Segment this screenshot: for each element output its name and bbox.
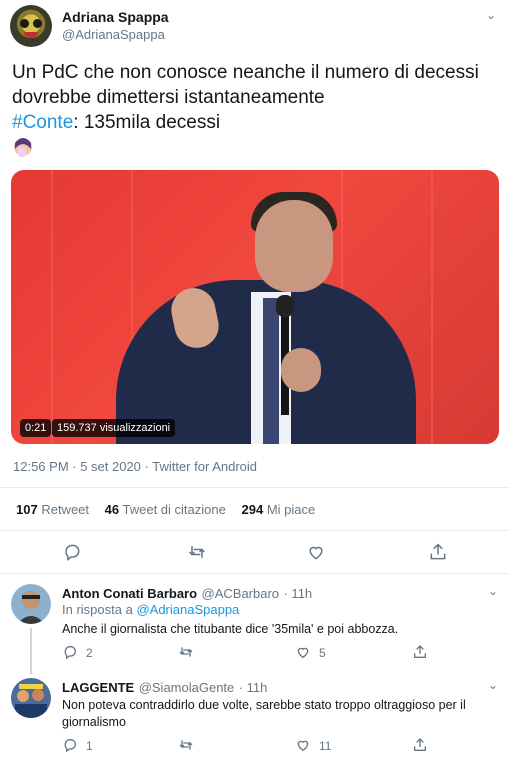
reply-avatar[interactable] (11, 584, 51, 624)
retweet-icon[interactable] (187, 542, 207, 567)
hashtag-link[interactable]: #Conte (12, 112, 73, 133)
retweet-icon[interactable] (178, 737, 194, 757)
like-icon[interactable] (295, 737, 311, 757)
author-name[interactable]: Adriana Spappa (62, 9, 169, 25)
divider (0, 530, 509, 531)
microphone-icon (276, 295, 294, 317)
share-icon[interactable] (412, 644, 428, 664)
reply-icon[interactable] (62, 542, 82, 567)
reply-icon[interactable] (62, 644, 78, 664)
reply-author-handle[interactable]: @ACBarbaro (202, 586, 280, 601)
author-handle[interactable]: @AdrianaSpappa (62, 27, 165, 42)
thread-line (30, 628, 32, 674)
like-count: 11 (319, 739, 332, 753)
share-icon[interactable] (412, 737, 428, 757)
chevron-down-icon[interactable]: ⌄ (488, 678, 498, 692)
tweet-text-line2: dovrebbe dimettersi istantaneamente (12, 87, 325, 108)
likes-stat[interactable]: 294 Mi piace (241, 502, 315, 517)
reply-avatar[interactable] (11, 678, 51, 718)
divider (0, 487, 509, 488)
in-reply-to-link[interactable]: @AdrianaSpappa (136, 602, 239, 617)
reply-icon[interactable] (62, 737, 78, 757)
tweet-text: Un PdC che non conosce neanche il numero… (12, 60, 502, 166)
reply-time[interactable]: · 11h (283, 586, 312, 601)
quotes-stat[interactable]: 46 Tweet di citazione (105, 502, 226, 517)
share-icon[interactable] (428, 542, 448, 567)
reply-author-name[interactable]: LAGGENTE (62, 680, 134, 695)
reply-time[interactable]: · 11h (239, 680, 268, 695)
facepalm-emoji-icon (12, 135, 502, 166)
tweet-text-line3: #Conte: 135mila decessi (12, 112, 221, 133)
in-reply-to: In risposta a @AdrianaSpappa (62, 602, 240, 617)
chevron-down-icon[interactable]: ⌄ (486, 8, 496, 22)
reply-count: 2 (86, 646, 93, 660)
chevron-down-icon[interactable]: ⌄ (488, 584, 498, 598)
like-icon[interactable] (306, 542, 326, 567)
tweet-stats: 107 Retweet 46 Tweet di citazione 294 Mi… (16, 502, 315, 517)
reply-text: Non poteva contraddirlo due volte, sareb… (62, 698, 466, 729)
reply-author-handle[interactable]: @SiamolaGente (139, 680, 235, 695)
like-count: 5 (319, 646, 326, 660)
reply-author-name[interactable]: Anton Conati Barbaro (62, 586, 197, 601)
retweet-icon[interactable] (178, 644, 194, 664)
reply-count: 1 (86, 739, 93, 753)
author-avatar[interactable] (10, 5, 52, 47)
video-views-badge: 159.737 visualizzazioni (52, 419, 176, 437)
divider (0, 573, 509, 574)
video-duration-badge: 0:21 (20, 419, 52, 437)
like-icon[interactable] (295, 644, 311, 664)
reply-text: Anche il giornalista che titubante dice … (62, 622, 399, 636)
video-player[interactable]: 0:21 159.737 visualizzazioni (11, 170, 499, 444)
tweet-meta[interactable]: 12:56 PM · 5 set 2020 · Twitter for Andr… (13, 459, 257, 474)
retweets-stat[interactable]: 107 Retweet (16, 502, 89, 517)
tweet-text-line1: Un PdC che non conosce neanche il numero… (12, 62, 479, 83)
